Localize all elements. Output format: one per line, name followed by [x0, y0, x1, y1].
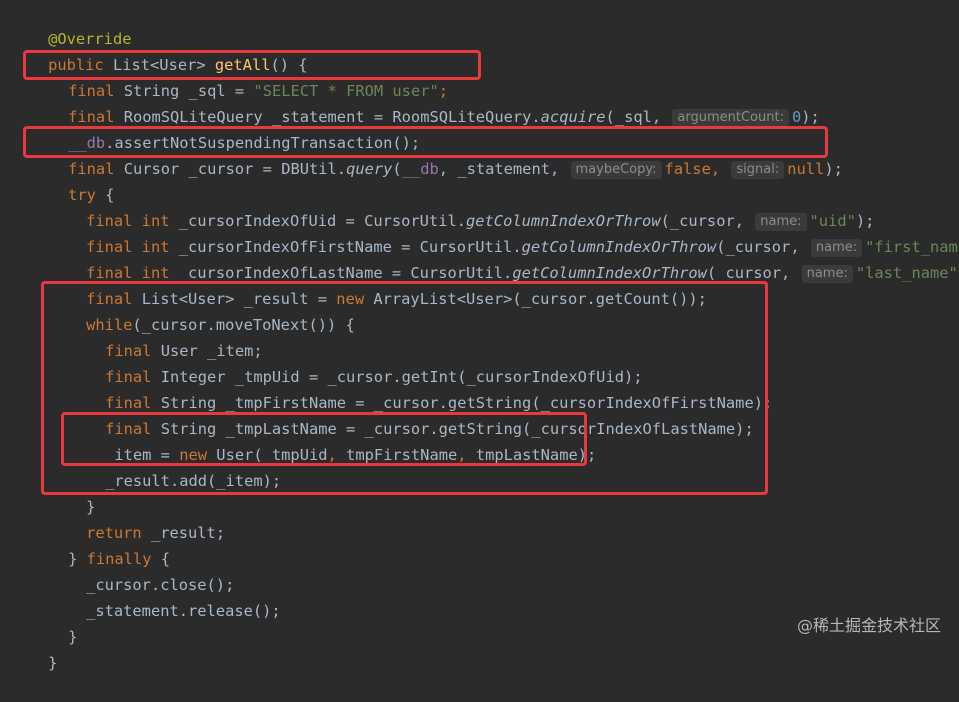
- highlight-box-item-result: [61, 412, 587, 466]
- acquire-call: acquire: [540, 108, 606, 126]
- code-line-7: try {: [31, 156, 114, 204]
- code-line-10: final int _cursorIndexOfLastName = Curso…: [49, 234, 959, 283]
- code-line-4: final RoomSQLiteQuery _statement = RoomS…: [31, 78, 820, 127]
- acquire-close: );: [801, 108, 820, 126]
- finally-close-brace: }: [68, 628, 78, 646]
- code-editor[interactable]: @Override public List<User> getAll() { f…: [0, 0, 959, 672]
- query-call: query: [346, 160, 393, 178]
- name-hint: name:: [801, 265, 853, 283]
- code-line-9: final int _cursorIndexOfFirstName = Curs…: [49, 208, 959, 257]
- query-args: , _statement,: [438, 160, 569, 178]
- code-line-24: }: [31, 598, 77, 646]
- call-args: (_cursor,: [706, 264, 800, 282]
- highlight-box-sql: [23, 50, 481, 80]
- code-line-25: }: [11, 624, 57, 672]
- signal-hint: signal:: [731, 161, 785, 179]
- cursor-decl: Cursor _cursor = DBUtil.: [123, 160, 347, 178]
- maybe-copy-hint: maybeCopy:: [570, 161, 662, 179]
- null-literal: null: [787, 160, 825, 178]
- code-line-8: final int _cursorIndexOfUid = CursorUtil…: [49, 182, 874, 231]
- comma: ,: [710, 160, 730, 178]
- acquire-args: (_sql,: [605, 108, 671, 126]
- code-line-22: _cursor.close();: [49, 546, 234, 594]
- false-literal: false: [664, 160, 711, 178]
- statement-release: _statement.release();: [86, 602, 281, 620]
- argument-count-hint: argumentCount:: [672, 109, 789, 127]
- method-close-brace: }: [48, 654, 58, 672]
- watermark: @稀土掘金技术社区: [796, 616, 941, 635]
- argument-count-value: 0: [791, 108, 802, 126]
- db-field: __db: [401, 160, 439, 178]
- code-line-23: _statement.release();: [49, 572, 281, 620]
- highlight-box-cursor-query: [23, 126, 828, 158]
- last-name-string: "last_name": [855, 264, 958, 282]
- query-close: );: [824, 160, 843, 178]
- code-line-2: public List<User> getAll() {: [11, 26, 308, 74]
- code-line-20: return _result;: [49, 494, 225, 542]
- code-line-21: } finally {: [31, 520, 170, 568]
- query-open: (: [392, 160, 402, 178]
- code-line-1: @Override: [11, 0, 131, 48]
